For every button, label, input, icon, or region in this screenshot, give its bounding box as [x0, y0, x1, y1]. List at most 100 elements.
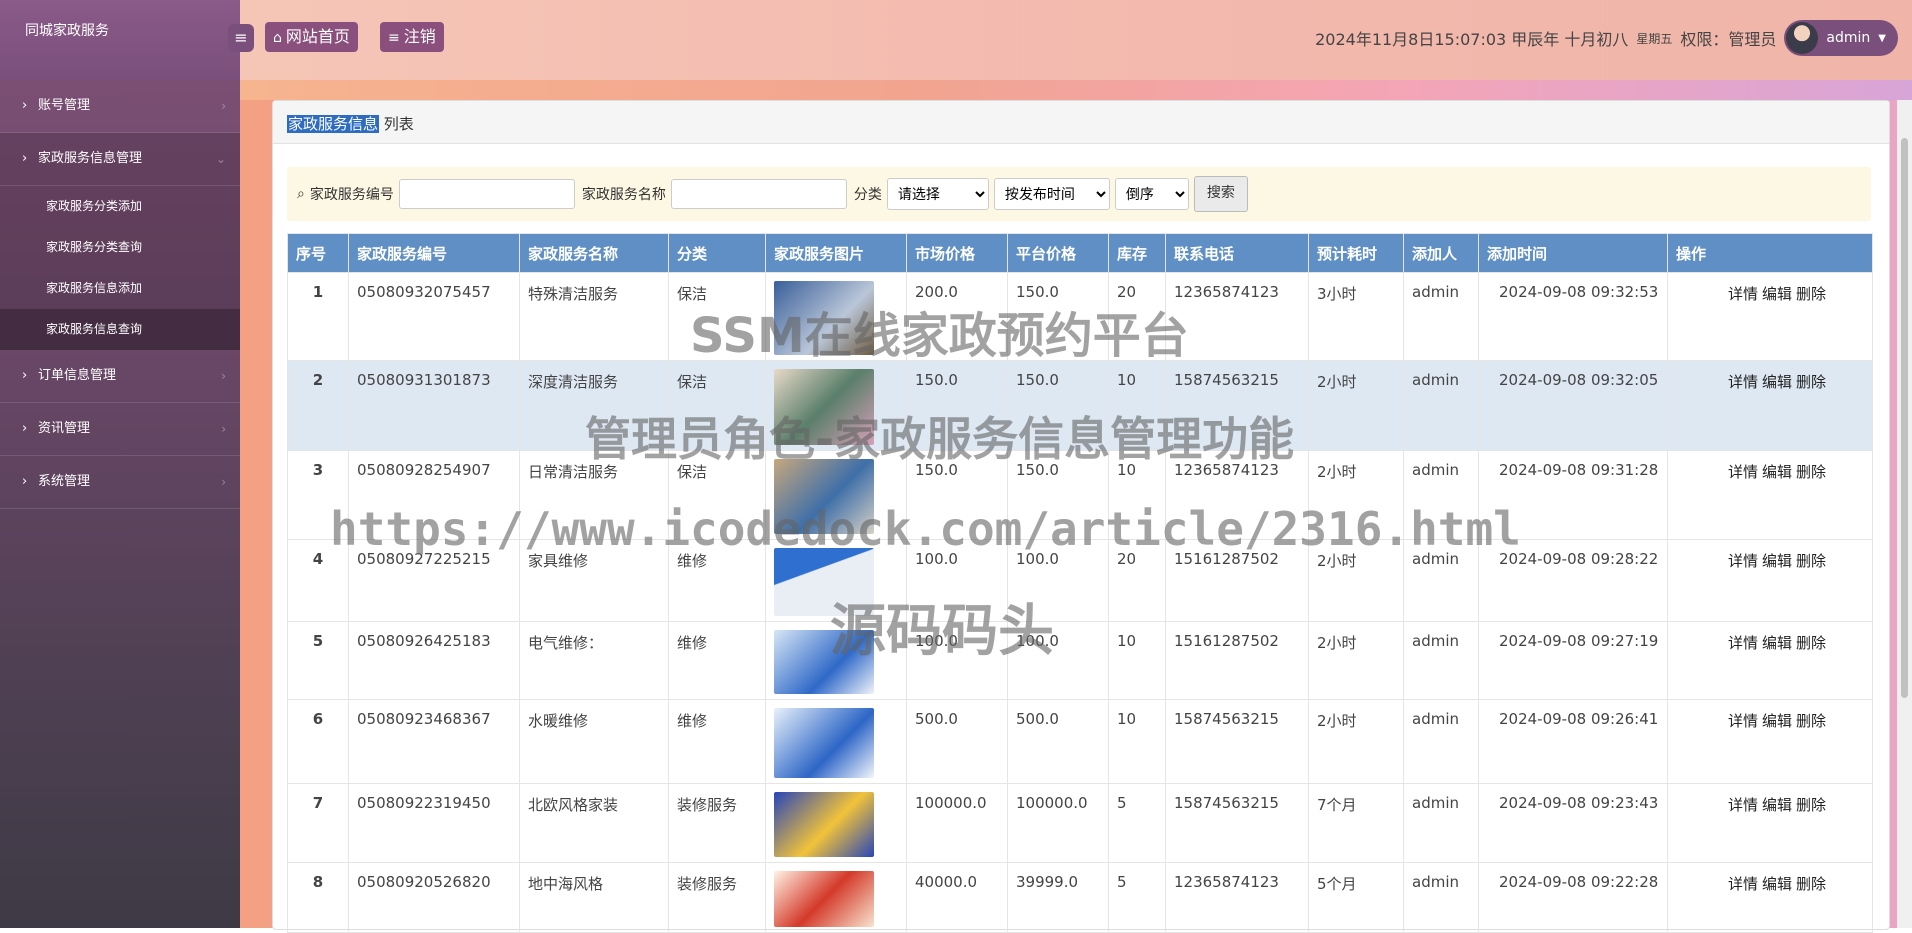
detail-link[interactable]: 详情 — [1728, 634, 1758, 652]
cell-stock: 20 — [1108, 539, 1166, 622]
cell-phone: 12365874123 — [1165, 450, 1309, 540]
cell-ops: 详情 编辑 删除 — [1667, 699, 1873, 784]
cell-image — [765, 272, 907, 361]
cell-added-by: admin — [1403, 360, 1479, 451]
edit-link[interactable]: 编辑 — [1762, 373, 1792, 391]
cell-phone: 12365874123 — [1165, 862, 1309, 933]
scrollbar[interactable] — [1897, 100, 1912, 928]
edit-link[interactable]: 编辑 — [1762, 634, 1792, 652]
cell-image — [765, 783, 907, 863]
service-thumbnail — [774, 630, 874, 694]
cell-image — [765, 360, 907, 451]
user-menu[interactable]: admin ▼ — [1784, 20, 1898, 56]
cell-duration: 2小时 — [1308, 360, 1404, 451]
cell-platform-price: 150.0 — [1007, 360, 1109, 451]
cell-phone: 15874563215 — [1165, 699, 1309, 784]
detail-link[interactable]: 详情 — [1728, 552, 1758, 570]
cell-phone: 15161287502 — [1165, 539, 1309, 622]
sidebar-item-news[interactable]: › 资讯管理 › — [0, 403, 240, 456]
sidebar-item-orders[interactable]: › 订单信息管理 › — [0, 350, 240, 403]
edit-link[interactable]: 编辑 — [1762, 875, 1792, 893]
edit-link[interactable]: 编辑 — [1762, 463, 1792, 481]
sidebar-item-system[interactable]: › 系统管理 › — [0, 456, 240, 509]
chevron-right-icon: › — [221, 99, 226, 113]
search-button[interactable]: 搜索 — [1193, 176, 1248, 212]
cell-duration: 7个月 — [1308, 783, 1404, 863]
cell-market-price: 200.0 — [906, 272, 1008, 361]
scrollbar-thumb[interactable] — [1901, 138, 1908, 698]
submenu-item-info-query[interactable]: 家政服务信息查询 — [0, 309, 240, 350]
label-category: 分类 — [853, 187, 882, 203]
service-table: 序号 家政服务编号 家政服务名称 分类 家政服务图片 市场价格 平台价格 库存 … — [287, 233, 1873, 933]
cell-added-at: 2024-09-08 09:31:28 — [1478, 450, 1668, 540]
cell-phone: 15161287502 — [1165, 621, 1309, 700]
search-bar: ⌕ 家政服务编号 家政服务名称 分类 请选择 按发布时间 倒序 搜索 — [287, 167, 1871, 221]
cell-stock: 5 — [1108, 783, 1166, 863]
delete-link[interactable]: 删除 — [1796, 796, 1826, 814]
service-no-input[interactable] — [398, 179, 575, 209]
table-row: 3 05080928254907 日常清洁服务 保洁 150.0 150.0 10 12365… — [287, 450, 1873, 540]
order-select[interactable]: 按发布时间 — [993, 178, 1110, 210]
chevron-right-icon: › — [22, 421, 28, 436]
sidebar: › 账号管理 › › 家政服务信息管理 ⌄ 家政服务分类添加 家政服务分类查询 … — [0, 80, 240, 928]
cell-service-no: 05080928254907 — [348, 450, 520, 540]
cell-category: 保洁 — [668, 360, 766, 451]
edit-link[interactable]: 编辑 — [1762, 712, 1792, 730]
cell-idx: 2 — [287, 360, 349, 451]
delete-link[interactable]: 删除 — [1796, 712, 1826, 730]
service-thumbnail — [774, 459, 874, 534]
sidebar-item-label: 资讯管理 — [38, 421, 91, 436]
detail-link[interactable]: 详情 — [1728, 712, 1758, 730]
edit-link[interactable]: 编辑 — [1762, 796, 1792, 814]
submenu-item-info-add[interactable]: 家政服务信息添加 — [0, 268, 240, 309]
submenu-item-cat-add[interactable]: 家政服务分类添加 — [0, 186, 240, 227]
service-name-input[interactable] — [670, 179, 847, 209]
delete-link[interactable]: 删除 — [1796, 552, 1826, 570]
search-icon: ⌕ — [297, 186, 305, 202]
home-icon: ⌂ — [273, 30, 282, 46]
home-button[interactable]: ⌂ 网站首页 — [265, 22, 358, 52]
cell-category: 维修 — [668, 539, 766, 622]
detail-link[interactable]: 详情 — [1728, 875, 1758, 893]
app-title: 同城家政服务 — [25, 23, 109, 39]
col-idx: 序号 — [287, 233, 349, 273]
direction-select[interactable]: 倒序 — [1114, 178, 1189, 210]
delete-link[interactable]: 删除 — [1796, 285, 1826, 303]
chevron-right-icon: › — [22, 98, 28, 113]
detail-link[interactable]: 详情 — [1728, 796, 1758, 814]
sidebar-item-service-info[interactable]: › 家政服务信息管理 ⌄ — [0, 133, 240, 186]
submenu-item-cat-query[interactable]: 家政服务分类查询 — [0, 227, 240, 268]
cell-service-no: 05080920526820 — [348, 862, 520, 933]
role-label: 权限：管理员 — [1680, 30, 1777, 49]
service-thumbnail — [774, 792, 874, 857]
cell-added-by: admin — [1403, 699, 1479, 784]
detail-link[interactable]: 详情 — [1728, 285, 1758, 303]
cell-idx: 4 — [287, 539, 349, 622]
edit-link[interactable]: 编辑 — [1762, 552, 1792, 570]
menu-toggle-icon[interactable]: ≡ — [228, 24, 254, 52]
delete-link[interactable]: 删除 — [1796, 373, 1826, 391]
decor-band — [240, 80, 1912, 100]
category-select[interactable]: 请选择 — [886, 178, 989, 210]
detail-link[interactable]: 详情 — [1728, 463, 1758, 481]
delete-link[interactable]: 删除 — [1796, 463, 1826, 481]
delete-link[interactable]: 删除 — [1796, 875, 1826, 893]
cell-category: 装修服务 — [668, 862, 766, 933]
caret-down-icon: ▼ — [1878, 32, 1886, 44]
cell-category: 保洁 — [668, 272, 766, 361]
cell-service-name: 日常清洁服务 — [519, 450, 669, 540]
sidebar-item-account[interactable]: › 账号管理 › — [0, 80, 240, 133]
logout-button[interactable]: ≡ 注销 — [380, 22, 444, 52]
cell-service-no: 05080926425183 — [348, 621, 520, 700]
table-row: 4 05080927225215 家具维修 维修 100.0 100.0 20 1516128… — [287, 539, 1873, 622]
delete-link[interactable]: 删除 — [1796, 634, 1826, 652]
cell-added-at: 2024-09-08 09:23:43 — [1478, 783, 1668, 863]
chevron-down-icon: ⌄ — [215, 152, 226, 166]
edit-link[interactable]: 编辑 — [1762, 285, 1792, 303]
col-price: 平台价格 — [1007, 233, 1109, 273]
cell-market-price: 500.0 — [906, 699, 1008, 784]
cell-phone: 15874563215 — [1165, 360, 1309, 451]
detail-link[interactable]: 详情 — [1728, 373, 1758, 391]
cell-service-name: 北欧风格家装 — [519, 783, 669, 863]
cell-added-by: admin — [1403, 539, 1479, 622]
